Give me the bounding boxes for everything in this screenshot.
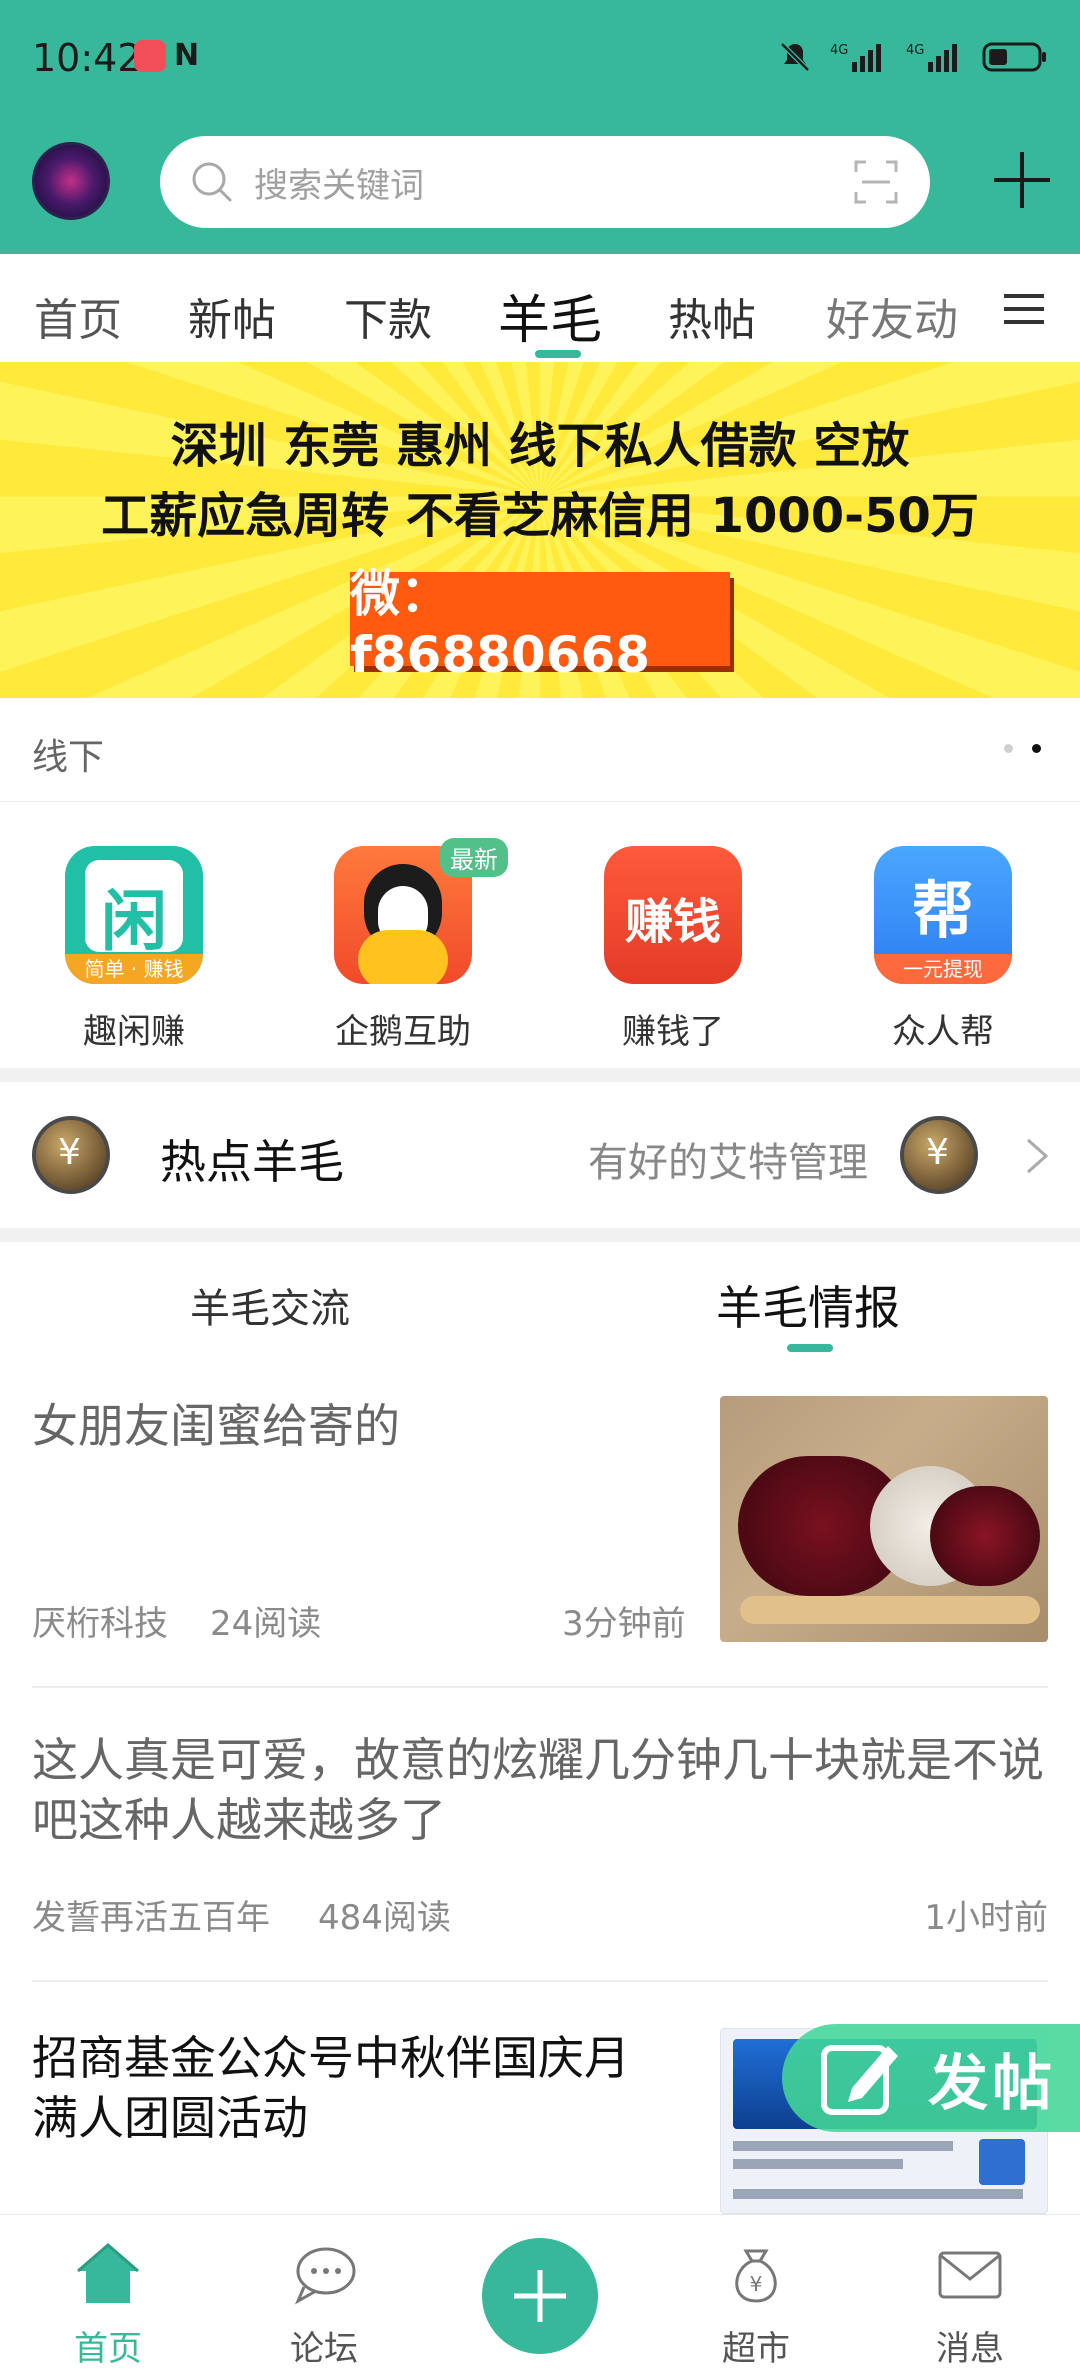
banner-line-1: 深圳 东莞 惠州 线下私人借款 空放 xyxy=(170,418,910,474)
nav-home-label: 首页 xyxy=(74,2329,142,2369)
app-penguin-help[interactable]: 最新 企鹅互助 xyxy=(303,838,508,1053)
promo-banner[interactable]: 深圳 东莞 惠州 线下私人借款 空放 工薪应急周转 不看芝麻信用 1000-50… xyxy=(0,362,1080,698)
hot-deals-note: 有好的艾特管理 xyxy=(588,1140,868,1186)
tab-deals[interactable]: 羊毛 xyxy=(498,278,602,353)
post-divider xyxy=(32,1980,1048,1982)
hot-deals-title: 热点羊毛 xyxy=(160,1135,344,1189)
app-root: 10:42 Ν 4G 4G 搜索关键词 首页 新帖 下款 羊毛 热帖 好友动 深… xyxy=(0,0,1080,2376)
nav-forum-label: 论坛 xyxy=(290,2329,358,2369)
post-reads: 484阅读 xyxy=(318,1898,451,1938)
app-label: 众人帮 xyxy=(892,1012,994,1052)
svg-text:4G: 4G xyxy=(906,43,924,58)
post-item[interactable]: 这人真是可爱，故意的炫耀几分钟几十块就是不说吧这种人越来越多了 发誓再活五百年 … xyxy=(32,1730,1048,1950)
search-input[interactable]: 搜索关键词 xyxy=(254,158,424,207)
category-tabs: 首页 新帖 下款 羊毛 热帖 好友动 xyxy=(0,254,1080,362)
post-author: 厌桁科技 xyxy=(32,1604,168,1644)
tab-deal-exchange[interactable]: 羊毛交流 xyxy=(190,1276,350,1334)
create-button[interactable] xyxy=(482,2238,598,2354)
app-label: 赚钱了 xyxy=(622,1012,724,1052)
menu-icon[interactable] xyxy=(1004,292,1044,326)
post-reads: 24阅读 xyxy=(210,1604,322,1644)
battery-icon xyxy=(982,42,1046,72)
post-thumbnail xyxy=(720,1396,1048,1642)
post-time: 3分钟前 xyxy=(562,1604,686,1644)
app-icon-xian: 闲 简单 · 赚钱 xyxy=(65,846,203,984)
post-title: 招商基金公众号中秋伴国庆月满人团圆活动 xyxy=(32,2031,630,2145)
post-time: 1小时前 xyxy=(924,1898,1048,1938)
nav-messages-label: 消息 xyxy=(936,2329,1004,2369)
signal-4g-icon-2: 4G xyxy=(906,43,957,72)
floating-post-button[interactable]: 发帖 xyxy=(782,2024,1080,2132)
svg-text:¥: ¥ xyxy=(750,2272,763,2296)
chat-icon xyxy=(294,2247,356,2305)
post-title: 女朋友闺蜜给寄的 xyxy=(32,1399,400,1453)
edit-icon xyxy=(821,2045,898,2115)
nav-forum[interactable]: 论坛 xyxy=(234,2215,414,2376)
section-separator xyxy=(0,1068,1080,1082)
nav-market-label: 超市 xyxy=(722,2329,790,2369)
app-zhong-ren-bang[interactable]: 帮 一元提现 众人帮 xyxy=(843,846,1043,1053)
banner-caption-row: 线下 xyxy=(0,698,1080,802)
nav-home[interactable]: 首页 xyxy=(18,2215,198,2376)
active-tab-indicator xyxy=(535,350,581,358)
active-section-indicator xyxy=(787,1344,833,1352)
app-label: 趣闲赚 xyxy=(83,1012,185,1052)
app-qu-xian-zhuan[interactable]: 闲 简单 · 赚钱 趣闲赚 xyxy=(34,846,234,1053)
search-bar[interactable]: 搜索关键词 xyxy=(160,136,930,228)
svg-text:4G: 4G xyxy=(830,43,848,58)
section-separator xyxy=(0,1228,1080,1242)
top-header: 10:42 Ν 4G 4G 搜索关键词 xyxy=(0,0,1080,254)
post-divider xyxy=(32,1686,1048,1688)
floating-post-label: 发帖 xyxy=(928,2048,1056,2119)
scan-icon[interactable] xyxy=(852,158,900,206)
tab-hot-posts[interactable]: 热帖 xyxy=(668,284,756,348)
status-icons: 4G 4G xyxy=(778,40,1048,74)
app-label: 企鹅互助 xyxy=(335,1012,471,1052)
hot-deals-row[interactable]: 热点羊毛 有好的艾特管理 xyxy=(0,1082,1080,1228)
carousel-dot-active xyxy=(1032,744,1041,753)
mail-icon xyxy=(938,2251,1002,2299)
add-icon xyxy=(514,2270,566,2322)
new-badge: 最新 xyxy=(440,838,508,877)
carousel-dot xyxy=(1004,744,1013,753)
tab-new-posts[interactable]: 新帖 xyxy=(188,284,276,348)
earn-money-icon: 赚钱 xyxy=(604,846,742,984)
tab-home[interactable]: 首页 xyxy=(34,284,122,348)
tab-deal-intel[interactable]: 羊毛情报 xyxy=(716,1272,900,1338)
chevron-right-icon xyxy=(1027,1138,1049,1174)
status-time: 10:42 xyxy=(32,36,142,80)
app-zhuan-qian-le[interactable]: 赚钱 赚钱了 xyxy=(573,846,773,1053)
nav-market[interactable]: ¥ 超市 xyxy=(666,2215,846,2376)
help-icon: 帮 一元提现 xyxy=(874,846,1012,984)
coin-icon xyxy=(32,1116,110,1194)
banner-caption: 线下 xyxy=(32,737,105,778)
tab-loans[interactable]: 下款 xyxy=(344,284,432,348)
post-item[interactable]: 女朋友闺蜜给寄的 厌桁科技 24阅读 3分钟前 xyxy=(32,1396,1048,1650)
signal-4g-icon: 4G xyxy=(830,43,881,72)
section-tabs: 羊毛交流 羊毛情报 xyxy=(0,1242,1080,1362)
nfc-icon: Ν xyxy=(174,38,200,73)
nav-messages[interactable]: 消息 xyxy=(880,2215,1060,2376)
post-author: 发誓再活五百年 xyxy=(32,1898,270,1938)
banner-line-2: 工薪应急周转 不看芝麻信用 1000-50万 xyxy=(101,488,979,544)
home-icon xyxy=(77,2243,139,2303)
mute-bell-icon xyxy=(780,42,810,72)
user-avatar[interactable] xyxy=(32,142,110,220)
search-icon xyxy=(192,162,232,202)
money-bag-icon: ¥ xyxy=(735,2249,777,2303)
coin-icon-right xyxy=(900,1116,978,1194)
add-icon[interactable] xyxy=(990,148,1054,212)
banner-contact: 微：f86880668 xyxy=(350,565,730,684)
post-title: 这人真是可爱，故意的炫耀几分钟几十块就是不说吧这种人越来越多了 xyxy=(32,1733,1044,1847)
app-shortcuts: 闲 简单 · 赚钱 趣闲赚 最新 企鹅互助 赚钱 赚钱了 帮 一元提现 众人帮 xyxy=(0,802,1080,1068)
notification-app-icon xyxy=(134,40,166,72)
tab-friends[interactable]: 好友动 xyxy=(826,284,958,348)
